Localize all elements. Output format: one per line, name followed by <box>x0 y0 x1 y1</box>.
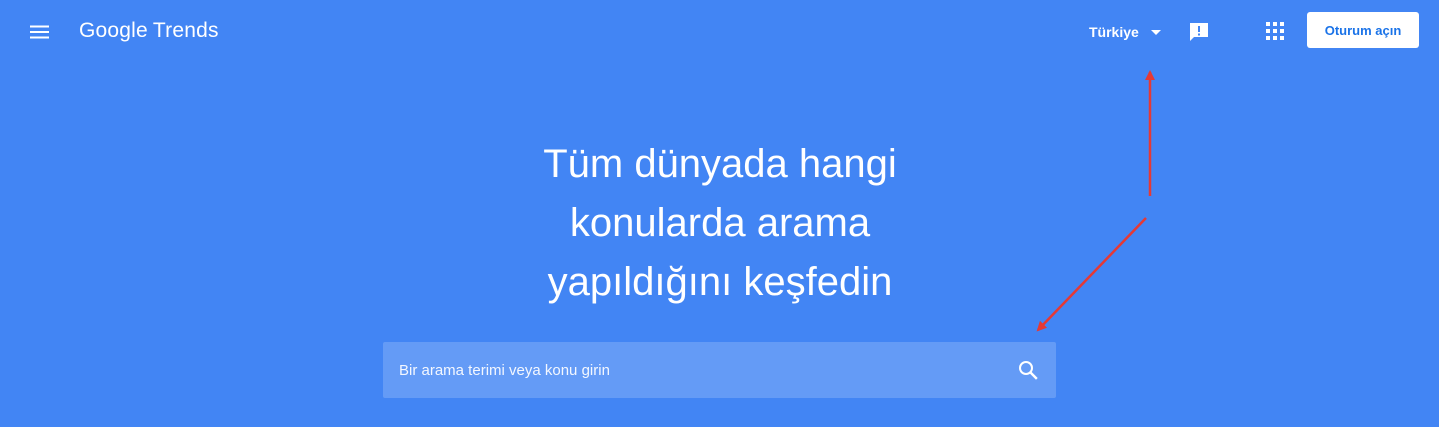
logo-trends-text: Trends <box>152 19 219 42</box>
caret-down-icon <box>1150 29 1161 35</box>
apps-button[interactable] <box>1266 22 1284 40</box>
hero-line-1: Tüm dünyada hangi <box>543 142 897 186</box>
search-input[interactable] <box>399 342 999 398</box>
menu-icon <box>30 25 49 39</box>
feedback-button[interactable] <box>1187 20 1211 44</box>
hero-heading: Tüm dünyada hangi konularda arama yapıld… <box>420 135 1020 312</box>
logo-google-text: Google <box>79 19 148 42</box>
country-label: Türkiye <box>1089 24 1139 40</box>
search-icon <box>1019 361 1038 380</box>
annotation-arrow-down-left <box>1036 217 1147 332</box>
hero-line-3: yapıldığını keşfedin <box>547 260 893 304</box>
hero-line-2: konularda arama <box>569 201 871 245</box>
google-trends-logo[interactable]: Google Trends <box>79 19 219 43</box>
search-box[interactable] <box>383 342 1056 398</box>
search-button[interactable] <box>1016 358 1040 382</box>
top-bar: Google Trends Türkiye Oturum açın <box>0 0 1439 64</box>
apps-grid-icon <box>1266 22 1284 40</box>
country-selector[interactable]: Türkiye <box>1089 22 1161 42</box>
feedback-icon <box>1190 23 1208 41</box>
signin-button[interactable]: Oturum açın <box>1307 12 1419 48</box>
menu-button[interactable] <box>26 18 54 46</box>
